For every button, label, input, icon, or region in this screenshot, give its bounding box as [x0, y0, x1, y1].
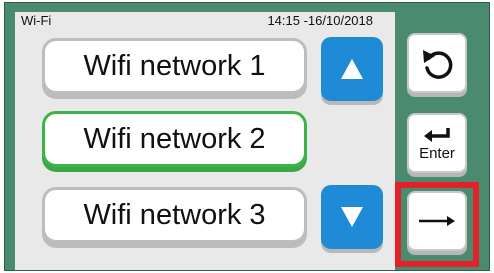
- enter-button[interactable]: Enter: [407, 113, 467, 173]
- wifi-network-label: Wifi network 2: [83, 122, 266, 155]
- wifi-network-3-button[interactable]: Wifi network 3: [42, 187, 307, 243]
- screen-title: Wi-Fi: [21, 13, 52, 28]
- wifi-network-label: Wifi network 1: [83, 49, 266, 82]
- device-screen: Wi-Fi 14:15 -16/10/2018 Wifi network 1 W…: [4, 2, 490, 271]
- wifi-network-label: Wifi network 3: [83, 198, 266, 231]
- datetime-display: 14:15 -16/10/2018: [267, 13, 373, 28]
- triangle-down-icon: [341, 207, 363, 227]
- wifi-network-1-button[interactable]: Wifi network 1: [42, 38, 307, 94]
- rotate-ccw-icon: [423, 50, 453, 79]
- scroll-down-button[interactable]: [321, 185, 383, 249]
- enter-label: Enter: [419, 144, 455, 162]
- back-button[interactable]: [407, 33, 467, 93]
- next-button-highlight: [395, 182, 479, 267]
- triangle-up-icon: [341, 59, 363, 79]
- enter-arrow-icon: [424, 127, 450, 142]
- wifi-network-2-button[interactable]: Wifi network 2: [42, 111, 307, 167]
- scroll-up-button[interactable]: [321, 37, 383, 101]
- wifi-panel: Wi-Fi 14:15 -16/10/2018 Wifi network 1 W…: [15, 12, 395, 270]
